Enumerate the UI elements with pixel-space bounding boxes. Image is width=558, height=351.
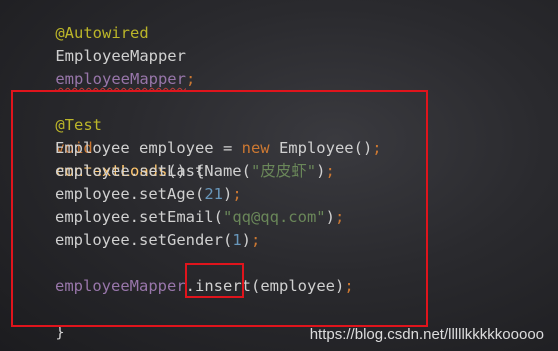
code-line-autowired: @Autowired [18, 0, 148, 42]
semicolon: ; [185, 70, 196, 88]
csdn-watermark: https://blog.csdn.net/lllllkkkkkooooo [309, 326, 544, 343]
code-line-mapper-field: EmployeeMapper employeeMapper; [18, 22, 195, 88]
insert-highlight-box [185, 263, 244, 298]
code-editor[interactable]: @Autowired EmployeeMapper employeeMapper… [0, 0, 558, 351]
mapper-type: EmployeeMapper [55, 47, 186, 65]
mapper-field-name: employeeMapper [55, 70, 186, 88]
